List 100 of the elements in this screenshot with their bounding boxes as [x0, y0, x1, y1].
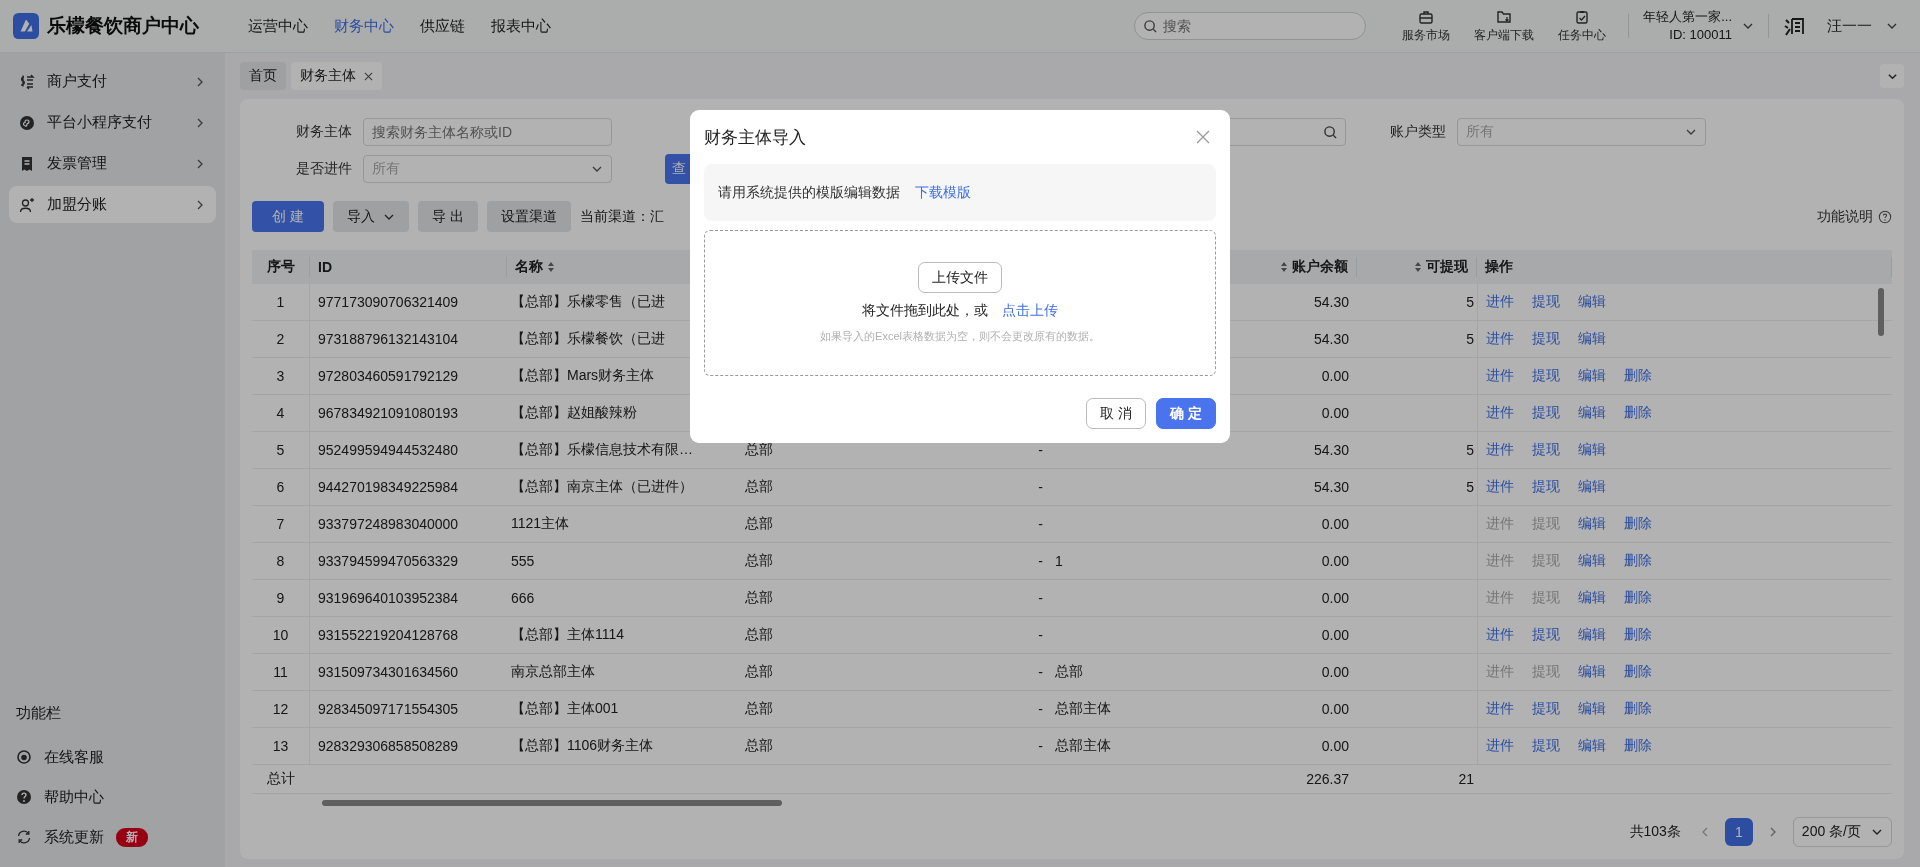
action-link[interactable]: 删除	[1624, 403, 1652, 422]
action-link[interactable]: 编辑	[1578, 588, 1606, 607]
action-link[interactable]: 提现	[1532, 477, 1560, 496]
action-link[interactable]: 删除	[1624, 662, 1652, 681]
notice-text: 请用系统提供的模版编辑数据	[718, 183, 900, 202]
logo-icon	[13, 13, 39, 39]
column-header: 名称	[515, 257, 543, 276]
sidebar-item[interactable]: 平台小程序支付	[9, 104, 216, 141]
search-field[interactable]: 搜索财务主体名称或ID	[363, 117, 612, 146]
action-link[interactable]: 删除	[1624, 551, 1652, 570]
sort-icon[interactable]	[1414, 260, 1422, 273]
action-link[interactable]: 进件	[1486, 329, 1514, 348]
select-field[interactable]: 所有	[1457, 117, 1706, 146]
action-link[interactable]: 进件	[1486, 699, 1514, 718]
action-link[interactable]: 进件	[1486, 477, 1514, 496]
search-field[interactable]: 搜索	[1134, 12, 1367, 40]
action-link[interactable]: 提现	[1532, 292, 1560, 311]
toolbar-button[interactable]: 服务市场	[1394, 8, 1459, 44]
user-name[interactable]: 汪一一	[1827, 16, 1872, 36]
action-link[interactable]: 编辑	[1578, 329, 1606, 348]
action-link[interactable]: 编辑	[1578, 366, 1606, 385]
action-link[interactable]: 进件	[1486, 440, 1514, 459]
table-cell-text: 【总部】主体1114	[510, 624, 626, 644]
action-link[interactable]: 编辑	[1578, 292, 1606, 311]
action-link[interactable]: 提现	[1532, 699, 1560, 718]
sidebar-link[interactable]: 系统更新 新	[16, 817, 148, 857]
table-cell-text: 0.00	[1320, 588, 1350, 608]
upload-button[interactable]: 上传文件	[918, 262, 1002, 293]
table-cell-text: 931969640103952384	[317, 588, 460, 608]
action-link[interactable]: 编辑	[1578, 736, 1606, 755]
nav-tab[interactable]: 运营中心	[248, 16, 308, 36]
download-link[interactable]: 下载模版	[915, 183, 971, 202]
toolbar-button[interactable]: 客户端下载	[1472, 8, 1537, 44]
toolbar-button[interactable]: 设置渠道	[486, 201, 571, 233]
select-field[interactable]: 所有	[363, 154, 612, 183]
drop-zone[interactable]: 上传文件 将文件拖到此处，或 点击上传 如果导入的Excel表格数据为空，则不会更改原有的数据。	[704, 230, 1216, 376]
action-link[interactable]: 删除	[1624, 514, 1652, 533]
nav-tab[interactable]: 供应链	[420, 16, 465, 36]
action-link[interactable]: 编辑	[1578, 699, 1606, 718]
action-link[interactable]: 提现	[1532, 403, 1560, 422]
confirm-button[interactable]: 确 定	[1156, 398, 1216, 429]
action-link[interactable]: 进件	[1486, 366, 1514, 385]
action-link[interactable]: 提现	[1532, 440, 1560, 459]
nav-tab[interactable]: 财务中心	[334, 16, 394, 36]
page-tab[interactable]: 财务主体	[291, 62, 382, 90]
table-cell-text: 0.00	[1320, 514, 1350, 534]
table-cell-text: 928345097171554305	[317, 699, 460, 719]
action-link[interactable]: 进件	[1486, 292, 1514, 311]
toolbar-button[interactable]: 导 出	[417, 201, 478, 233]
action-link[interactable]: 删除	[1624, 625, 1652, 644]
page-size-select[interactable]: 200 条/页	[1792, 817, 1892, 848]
action-link[interactable]: 进件	[1486, 736, 1514, 755]
nav-tab[interactable]: 报表中心	[491, 16, 551, 36]
action-link[interactable]: 进件	[1486, 625, 1514, 644]
search-icon	[1143, 19, 1159, 34]
page-button[interactable]: 1	[1724, 818, 1753, 847]
close-icon[interactable]	[1196, 130, 1210, 144]
page-tab[interactable]: 首页	[240, 62, 286, 90]
action-link[interactable]: 提现	[1532, 625, 1560, 644]
action-link[interactable]: 删除	[1624, 736, 1652, 755]
sidebar-item[interactable]: 加盟分账	[9, 186, 216, 223]
table-cell-text: 【总部】1106财务主体	[510, 735, 655, 755]
store-id: ID: 100011	[1669, 26, 1732, 44]
sidebar-item[interactable]: 商户支付	[9, 63, 216, 100]
toolbar-button[interactable]: 任务中心	[1550, 8, 1615, 44]
help-link[interactable]: 功能说明	[1817, 207, 1873, 226]
column-header: 操作	[1485, 257, 1513, 276]
table-cell-text: 0.00	[1320, 551, 1350, 571]
table-cell-text: 973188796132143104	[317, 329, 460, 349]
action-link[interactable]: 进件	[1486, 403, 1514, 422]
sort-icon[interactable]	[1280, 260, 1288, 273]
action-link[interactable]: 编辑	[1578, 662, 1606, 681]
toolbar-button[interactable]: 导入	[332, 201, 409, 233]
cancel-button[interactable]: 取 消	[1086, 398, 1147, 429]
toolbar-button[interactable]: 创 建	[252, 201, 324, 233]
sidebar-link[interactable]: 在线客服	[16, 737, 104, 777]
table-cell-text: -	[1037, 736, 1044, 756]
table-cell-text: 0.00	[1320, 625, 1350, 645]
table-cell-text: 【总部】乐檬零售（已进	[510, 291, 666, 311]
help-icon[interactable]	[1878, 209, 1892, 224]
action-link[interactable]: 提现	[1532, 366, 1560, 385]
close-icon[interactable]	[364, 71, 373, 81]
action-link[interactable]: 编辑	[1578, 514, 1606, 533]
filter-label: 账户类型	[1389, 122, 1446, 141]
action-link[interactable]: 编辑	[1578, 477, 1606, 496]
more-tabs-button[interactable]	[1880, 64, 1904, 88]
table-cell-text: -	[1037, 662, 1044, 682]
action-link[interactable]: 删除	[1624, 366, 1652, 385]
sidebar-link[interactable]: 帮助中心	[16, 777, 104, 817]
upload-link[interactable]: 点击上传	[1002, 302, 1058, 320]
action-link[interactable]: 编辑	[1578, 403, 1606, 422]
action-link[interactable]: 提现	[1532, 736, 1560, 755]
action-link[interactable]: 删除	[1624, 588, 1652, 607]
action-link[interactable]: 编辑	[1578, 551, 1606, 570]
action-link[interactable]: 编辑	[1578, 625, 1606, 644]
action-link[interactable]: 提现	[1532, 329, 1560, 348]
action-link[interactable]: 删除	[1624, 699, 1652, 718]
action-link[interactable]: 编辑	[1578, 440, 1606, 459]
sort-icon[interactable]	[547, 260, 555, 273]
sidebar-item[interactable]: 发票管理	[9, 145, 216, 182]
